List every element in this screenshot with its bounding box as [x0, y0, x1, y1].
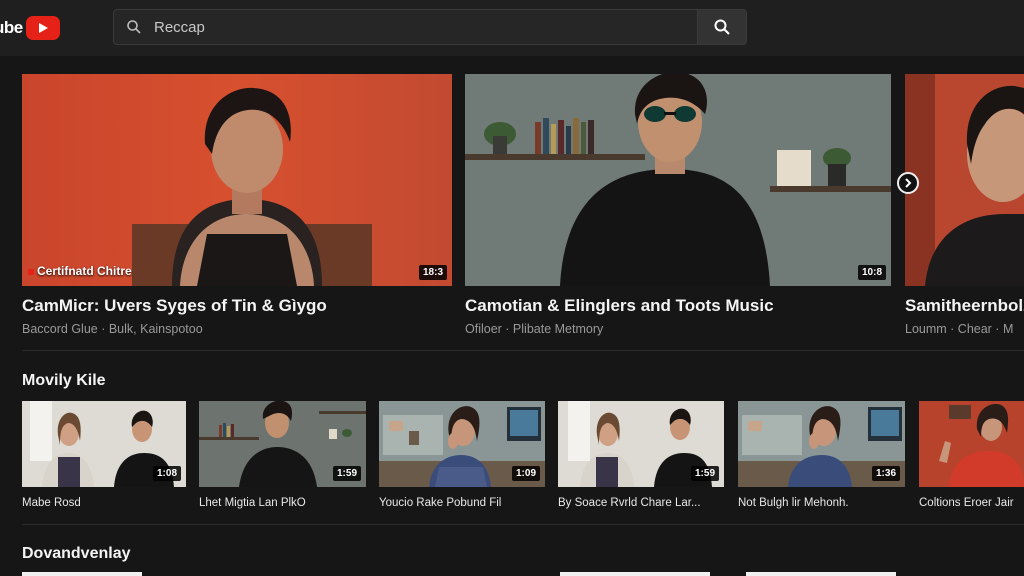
video-title[interactable]: Lhet Migtia Lan PlkO: [199, 497, 366, 509]
live-indicator-icon: [28, 269, 34, 275]
video-title[interactable]: Samitheernbolz: [905, 296, 1024, 316]
thumbnail-caption: Certifnatd Chitre: [28, 264, 132, 278]
youtube-logo[interactable]: ube: [0, 14, 60, 42]
video-thumbnail[interactable]: 1:59: [558, 401, 724, 487]
video-title[interactable]: Mabe Rosd: [22, 497, 186, 509]
video-title[interactable]: By Soace Rvrld Chare Lar...: [558, 497, 724, 509]
video-thumbnail[interactable]: 1:59: [199, 401, 366, 487]
video-thumbnail[interactable]: Certifnatd Chitre 18:3: [22, 74, 452, 286]
video-card[interactable]: 1:36 Not Bulgh lir Mehonh.: [738, 401, 905, 509]
duration-badge: 1:36: [871, 466, 900, 481]
duration-badge: 1:59: [332, 466, 361, 481]
video-title[interactable]: Coltions Eroer Jair: [919, 497, 1024, 509]
woman-portrait-image: [919, 401, 1024, 487]
search-box: [113, 9, 697, 45]
search-input[interactable]: [152, 17, 656, 37]
featured-video-card[interactable]: Samitheernbolz Loumm · Chear · M: [905, 74, 1024, 336]
section-divider: [22, 524, 1024, 525]
search-button[interactable]: [697, 9, 747, 45]
woman-portrait-image: [132, 87, 372, 286]
video-card[interactable]: 1:09 Youcio Rake Pobund Fil: [379, 401, 545, 509]
page: ube: [0, 0, 1024, 576]
video-card[interactable]: 1:59 By Soace Rvrld Chare Lar...: [558, 401, 724, 509]
featured-video-card[interactable]: Certifnatd Chitre 18:3 CamMicr: Uvers Sy…: [22, 74, 452, 336]
duration-badge: 1:59: [690, 466, 719, 481]
video-meta: Ofiloer · Plibate Metmory: [465, 322, 604, 336]
top-bar: ube: [0, 0, 1024, 56]
video-card[interactable]: Coltions Eroer Jair: [919, 401, 1024, 509]
video-thumbnail[interactable]: [919, 401, 1024, 487]
man-portrait-image: [465, 74, 891, 286]
video-card[interactable]: 1:08 Mabe Rosd: [22, 401, 186, 509]
man-portrait-image: [905, 74, 1024, 286]
video-title[interactable]: Not Bulgh lir Mehonh.: [738, 497, 905, 509]
video-thumbnail[interactable]: 10:8: [465, 74, 891, 286]
duration-badge: 1:08: [152, 466, 181, 481]
logo-text: ube: [0, 18, 23, 37]
video-title[interactable]: Youcio Rake Pobund Fil: [379, 497, 545, 509]
video-title[interactable]: CamMicr: Uvers Syges of Tin & Gìygo: [22, 296, 452, 316]
duration-badge: 1:09: [511, 466, 540, 481]
video-thumbnail[interactable]: 1:08: [22, 401, 186, 487]
video-thumbnail[interactable]: 1:09: [379, 401, 545, 487]
video-card[interactable]: 1:59 Lhet Migtia Lan PlkO: [199, 401, 366, 509]
video-thumbnail[interactable]: [905, 74, 1024, 286]
section-divider: [22, 350, 1024, 351]
search-icon: [127, 20, 141, 34]
section-title[interactable]: Dovandvenlay: [22, 545, 130, 563]
duration-badge: 10:8: [857, 265, 886, 280]
video-meta: Baccord Glue · Bulk, Kainspotoo: [22, 322, 203, 336]
carousel-next-button[interactable]: [897, 172, 919, 194]
video-thumbnail[interactable]: 1:36: [738, 401, 905, 487]
featured-video-card[interactable]: 10:8 Camotian & Elinglers and Toots Musi…: [465, 74, 891, 336]
duration-badge: 18:3: [418, 265, 447, 280]
section-title[interactable]: Movily Kile: [22, 372, 106, 390]
thumbnail-caption-text: Certifnatd Chitre: [37, 264, 132, 278]
search-icon: [714, 19, 730, 35]
thumbnail-row-edge: [560, 572, 710, 576]
thumbnail-row-edge: [22, 572, 142, 576]
chevron-right-icon: [905, 178, 912, 188]
play-logo-icon: [25, 16, 60, 40]
video-meta: Loumm · Chear · M: [905, 322, 1014, 336]
thumbnail-row-edge: [746, 572, 896, 576]
video-title[interactable]: Camotian & Elinglers and Toots Music: [465, 296, 891, 316]
